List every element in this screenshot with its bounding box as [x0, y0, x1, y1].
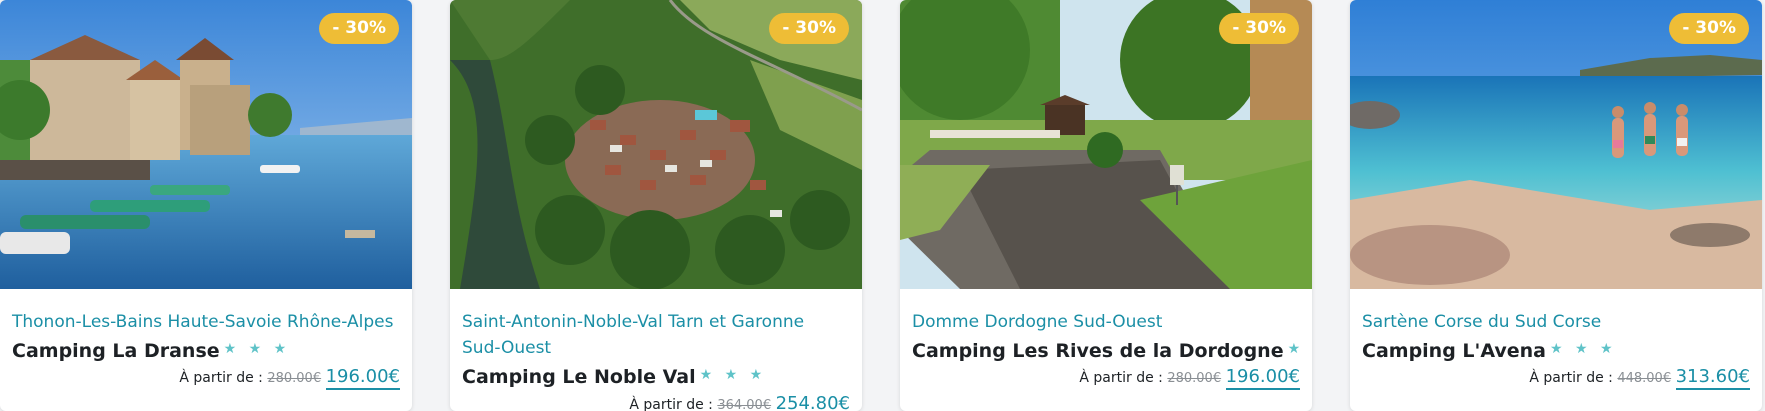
old-price: 280.00€: [267, 371, 322, 386]
camping-name[interactable]: Camping Les Rives de la Dordogne★ ★ ★: [912, 340, 1312, 362]
price-block: À partir de : 364.00€ 254.80€: [629, 393, 850, 411]
camping-card[interactable]: - 30% Saint-Antonin-Noble-Val Tarn et Ga…: [450, 0, 862, 411]
discount-badge: - 30%: [769, 13, 849, 44]
discount-badge: - 30%: [1669, 13, 1749, 44]
price-prefix: À partir de :: [179, 370, 263, 386]
price-block: À partir de : 280.00€ 196.00€: [1079, 366, 1300, 390]
camping-name[interactable]: Camping La Dranse ★ ★ ★: [12, 340, 290, 362]
stars-rating: ★ ★ ★: [223, 341, 291, 357]
old-price: 280.00€: [1167, 371, 1222, 386]
new-price[interactable]: 313.60€: [1675, 366, 1750, 390]
new-price[interactable]: 196.00€: [325, 366, 400, 390]
camping-name-text[interactable]: Camping Les Rives de la Dordogne: [912, 340, 1284, 362]
camping-card[interactable]: - 30% Sartène Corse du Sud Corse Camping…: [1350, 0, 1762, 411]
old-price: 448.00€: [1617, 371, 1672, 386]
price-block: À partir de : 448.00€ 313.60€: [1529, 366, 1750, 390]
price-prefix: À partir de :: [1079, 370, 1163, 386]
stars-rating: ★ ★ ★: [1287, 341, 1312, 357]
camping-card[interactable]: - 30% Thonon-Les-Bains Haute-Savoie Rhôn…: [0, 0, 412, 411]
price-block: À partir de : 280.00€ 196.00€: [179, 366, 400, 390]
stars-rating: ★ ★ ★: [1550, 341, 1617, 357]
camping-name-text[interactable]: Camping L'Avena: [1362, 340, 1546, 362]
camping-card[interactable]: - 30% Domme Dordogne Sud-Ouest Camping L…: [900, 0, 1312, 411]
camping-name-text[interactable]: Camping La Dranse: [12, 340, 220, 362]
location-link[interactable]: Saint-Antonin-Noble-Val Tarn et Garonne …: [462, 309, 847, 361]
price-prefix: À partir de :: [1529, 370, 1613, 386]
discount-badge: - 30%: [1219, 13, 1299, 44]
camping-name-text[interactable]: Camping Le Noble Val: [462, 366, 696, 388]
camping-name[interactable]: Camping L'Avena ★ ★ ★: [1362, 340, 1617, 362]
old-price: 364.00€: [717, 398, 772, 411]
location-link[interactable]: Thonon-Les-Bains Haute-Savoie Rhône-Alpe…: [12, 309, 397, 335]
price-prefix: À partir de :: [629, 397, 713, 411]
location-link[interactable]: Sartène Corse du Sud Corse: [1362, 309, 1747, 335]
new-price[interactable]: 254.80€: [775, 393, 850, 411]
new-price[interactable]: 196.00€: [1225, 366, 1300, 390]
discount-badge: - 30%: [319, 13, 399, 44]
location-link[interactable]: Domme Dordogne Sud-Ouest: [912, 309, 1297, 335]
camping-name[interactable]: Camping Le Noble Val ★ ★ ★: [462, 366, 766, 388]
stars-rating: ★ ★ ★: [699, 367, 767, 383]
